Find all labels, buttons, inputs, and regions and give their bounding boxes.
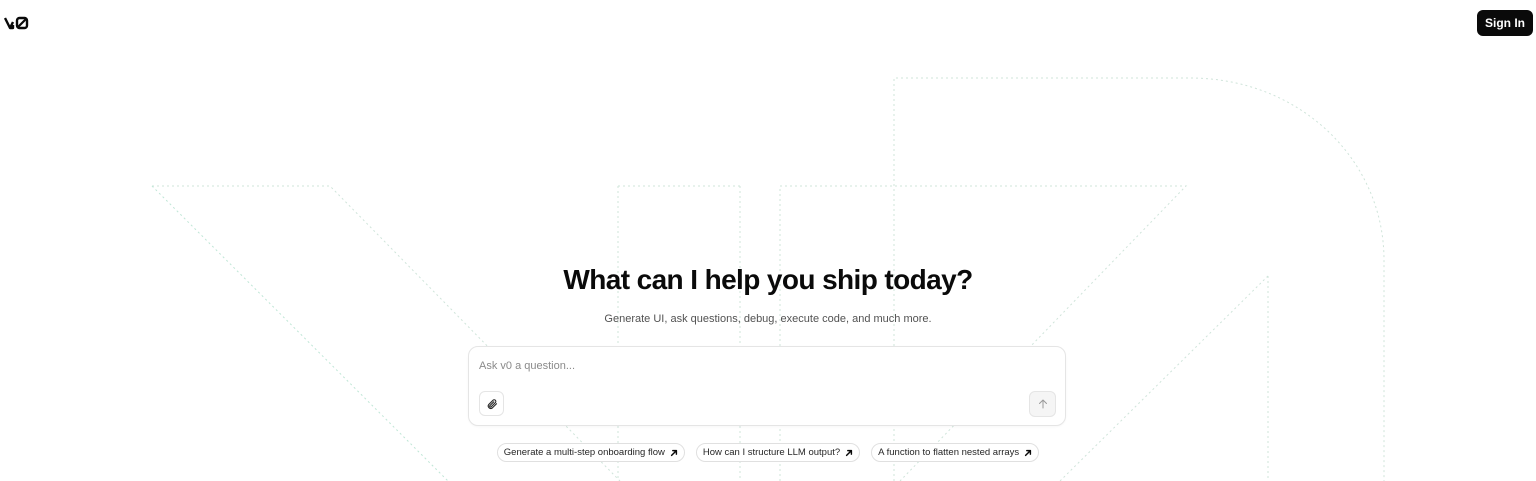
arrow-up-icon bbox=[1038, 399, 1047, 409]
suggestion-chip[interactable]: A function to flatten nested arrays bbox=[871, 443, 1040, 462]
page-title: What can I help you ship today? bbox=[563, 264, 973, 295]
page: Sign In What can I help you ship today? … bbox=[0, 0, 1536, 481]
suggestion-label: A function to flatten nested arrays bbox=[878, 447, 1020, 458]
page-subtitle: Generate UI, ask questions, debug, execu… bbox=[604, 313, 932, 325]
suggestion-label: Generate a multi-step onboarding flow bbox=[503, 447, 665, 458]
arrow-up-right-icon bbox=[670, 449, 677, 456]
prompt-box bbox=[468, 346, 1066, 426]
suggestion-chip[interactable]: How can I structure LLM output? bbox=[695, 443, 861, 462]
arrow-up-right-icon bbox=[1025, 449, 1032, 456]
send-button[interactable] bbox=[1029, 391, 1056, 417]
suggestion-chip[interactable]: Generate a multi-step onboarding flow bbox=[496, 443, 685, 462]
suggestion-label: How can I structure LLM output? bbox=[702, 447, 841, 458]
arrow-up-right-icon bbox=[846, 449, 853, 456]
suggestion-list: Generate a multi-step onboarding flow Ho… bbox=[0, 443, 1536, 462]
prompt-input[interactable] bbox=[479, 357, 1049, 375]
paperclip-icon bbox=[487, 398, 497, 409]
v0-logo-icon[interactable] bbox=[4, 13, 30, 33]
attach-button[interactable] bbox=[479, 391, 504, 416]
sign-in-button[interactable]: Sign In bbox=[1477, 10, 1533, 36]
